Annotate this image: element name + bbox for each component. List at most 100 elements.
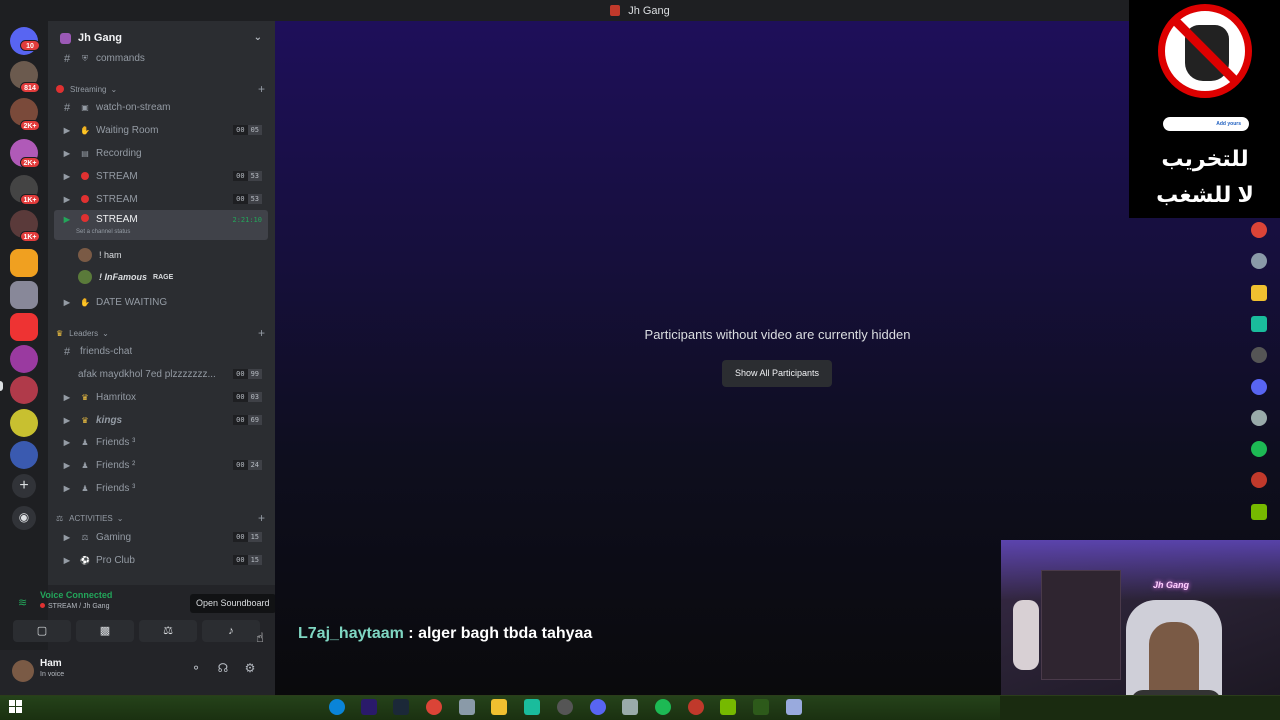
discord-icon[interactable]	[1251, 379, 1267, 395]
app-icon[interactable]	[622, 699, 638, 715]
voice-channel-icon: ►	[61, 214, 73, 226]
app-icon[interactable]	[524, 699, 540, 715]
overlay-text-line1: للتخريب	[1161, 146, 1249, 171]
user-count: 00 24	[233, 460, 262, 470]
voice-status[interactable]: Voice Connected	[40, 590, 112, 600]
channel-stream-1[interactable]: ► STREAM 00 53	[54, 166, 268, 187]
voice-channel-icon: ►	[61, 147, 73, 160]
shield-icon: ⛨	[82, 53, 88, 63]
activities-button[interactable]: ⚖	[139, 620, 197, 642]
channel-recording[interactable]: ► ▤ Recording	[54, 143, 268, 164]
server-icon[interactable]	[10, 249, 38, 277]
channel-afak[interactable]: afak maydkhol 7ed plzzzzzzz... 00 99	[54, 364, 268, 385]
channel-commands[interactable]: # ⛨ commands	[54, 48, 268, 69]
spotify-icon[interactable]	[655, 699, 671, 715]
opera-icon[interactable]	[688, 699, 704, 715]
server-icon-active[interactable]	[10, 376, 38, 404]
app-icon[interactable]	[1251, 410, 1267, 426]
show-all-participants-button[interactable]: Show All Participants	[722, 360, 832, 387]
discord-window: Jh Gang 10 814 2K+ 2K+ 1K+ 1K+ + ◉ Jh Ga…	[0, 0, 1280, 720]
chevron-down-icon: ⌄	[253, 32, 262, 43]
avatar[interactable]	[12, 660, 34, 682]
channel-friends-3a[interactable]: ► ♟ Friends ³	[54, 432, 268, 453]
opera-icon[interactable]	[1251, 472, 1267, 488]
spotify-icon[interactable]	[1251, 441, 1267, 457]
obs-icon[interactable]	[1251, 347, 1267, 363]
channel-friends-3b[interactable]: ► ♟ Friends ³	[54, 478, 268, 499]
channel-friends-chat[interactable]: # friends-chat	[54, 341, 268, 362]
edge-icon[interactable]	[329, 699, 345, 715]
chat-message: alger bagh tbda tahyaa	[418, 625, 593, 642]
premiere-icon[interactable]	[361, 699, 377, 715]
add-channel-icon[interactable]: +	[258, 511, 265, 525]
folder-icon[interactable]	[1251, 285, 1267, 301]
category-leaders[interactable]: ♛ Leaders ⌄ +	[56, 325, 265, 341]
channel-stream-2[interactable]: ► STREAM 00 53	[54, 189, 268, 210]
category-label: ACTIVITIES	[69, 513, 113, 523]
gamepad-icon: ⚖	[163, 625, 173, 637]
folder-icon[interactable]	[491, 699, 507, 715]
text-channel-icon: #	[63, 101, 71, 114]
channel-waiting-room[interactable]: ► ✋ Waiting Room 00 05	[54, 120, 268, 141]
server-icon[interactable]	[10, 409, 38, 437]
user-tag: RAGE	[153, 273, 174, 281]
voice-user[interactable]: ! InFamous RAGE	[78, 268, 173, 286]
app-icon[interactable]	[459, 699, 475, 715]
add-channel-icon[interactable]: +	[258, 82, 265, 96]
server-icon[interactable]	[10, 441, 38, 469]
voice-location[interactable]: STREAM / Jh Gang	[40, 603, 109, 610]
signal-icon: ≋	[18, 597, 28, 609]
screen-share-button[interactable]: ▩	[76, 620, 134, 642]
gear-icon[interactable]: ⚙	[242, 661, 258, 675]
app-icon[interactable]	[753, 699, 769, 715]
camera-off-button[interactable]: ▢	[13, 620, 71, 642]
channel-pro-club[interactable]: ► ⚽ Pro Club 00 15	[54, 550, 268, 571]
channel-date-waiting[interactable]: ► ✋ DATE WAITING	[54, 292, 268, 313]
webcam-feed: Jh Gang	[1001, 540, 1280, 720]
chrome-icon[interactable]	[1251, 222, 1267, 238]
nvidia-icon[interactable]	[720, 699, 736, 715]
channel-label: afak maydkhol 7ed plzzzzzzz...	[78, 369, 216, 380]
app-icon[interactable]	[786, 699, 802, 715]
channel-watch-on-stream[interactable]: # ▣ watch-on-stream	[54, 97, 268, 118]
server-icon[interactable]	[10, 345, 38, 373]
nvidia-icon[interactable]	[1251, 504, 1267, 520]
steam-icon[interactable]	[393, 699, 409, 715]
add-server-icon[interactable]: +	[12, 474, 36, 498]
server-badge: 2K+	[20, 157, 40, 168]
channel-label: DATE WAITING	[96, 297, 168, 308]
voice-channel-icon: ►	[61, 554, 73, 567]
headphones-icon[interactable]: ☊	[215, 661, 231, 675]
discord-icon[interactable]	[590, 699, 606, 715]
crown-icon: ♛	[56, 328, 64, 338]
app-icon[interactable]	[1251, 253, 1267, 269]
set-channel-status[interactable]: Set a channel status	[76, 229, 130, 235]
channel-kings[interactable]: ► ♛ kings 00 69	[54, 410, 268, 431]
app-icon[interactable]	[1251, 316, 1267, 332]
channel-gaming[interactable]: ► ⚖ Gaming 00 15	[54, 527, 268, 548]
channel-label: Friends ²	[96, 460, 136, 471]
server-badge: 814	[20, 82, 40, 93]
soundboard-button[interactable]: ♪	[202, 620, 260, 642]
category-streaming[interactable]: Streaming ⌄ +	[56, 81, 265, 97]
channel-label: Friends ³	[96, 483, 136, 494]
channel-friends-2[interactable]: ► ♟ Friends ² 00 24	[54, 455, 268, 476]
server-icon[interactable]	[10, 281, 38, 309]
voice-channel-icon: ►	[61, 414, 73, 427]
windows-start-icon[interactable]	[9, 700, 23, 714]
voice-user[interactable]: ! ham	[78, 246, 122, 264]
channel-stream-active[interactable]: ► STREAM 2:21:10 Set a channel status	[54, 210, 268, 240]
chrome-icon[interactable]	[426, 699, 442, 715]
avatar	[78, 248, 92, 262]
explore-icon[interactable]: ◉	[12, 506, 36, 530]
channel-hamritox[interactable]: ► ♛ Hamritox 00 03	[54, 387, 268, 408]
category-activities[interactable]: ⚖ ACTIVITIES ⌄ +	[56, 510, 265, 526]
obs-icon[interactable]	[557, 699, 573, 715]
add-channel-icon[interactable]: +	[258, 326, 265, 340]
user-name[interactable]: Ham	[40, 658, 62, 669]
server-icon[interactable]	[10, 313, 38, 341]
live-icon	[80, 214, 90, 224]
microphone-icon[interactable]: ⚬	[188, 661, 204, 675]
channel-label: commands	[96, 53, 145, 64]
shelf	[1041, 570, 1121, 680]
